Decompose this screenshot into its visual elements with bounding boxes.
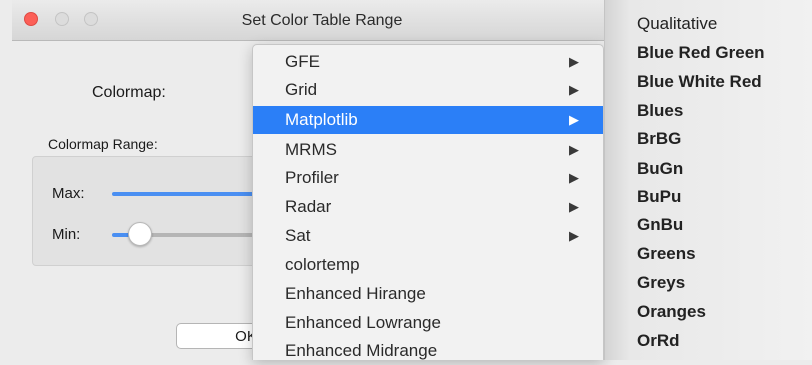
title-bar: Set Color Table Range <box>12 0 632 41</box>
max-label: Max: <box>52 185 85 202</box>
submenu-item-orrd[interactable]: OrRd <box>637 327 807 355</box>
menu-item-colortemp[interactable]: colortemp <box>253 251 603 279</box>
min-slider[interactable] <box>138 233 262 237</box>
colormap-menu: GFE ▶ Grid ▶ Matplotlib ▶ MRMS ▶ Profile… <box>252 44 604 360</box>
submenu-arrow-icon: ▶ <box>569 112 579 127</box>
menu-item-gfe[interactable]: GFE ▶ <box>253 48 603 76</box>
submenu-item-blue-red-green[interactable]: Blue Red Green <box>637 39 807 67</box>
menu-item-sat[interactable]: Sat ▶ <box>253 222 603 250</box>
matplotlib-submenu: Qualitative ▶ Blue Red Green Blue White … <box>604 0 812 360</box>
submenu-item-bugn[interactable]: BuGn <box>637 155 807 183</box>
menu-item-label: Enhanced Midrange <box>285 341 438 360</box>
submenu-item-blues[interactable]: Blues <box>637 97 807 125</box>
menu-item-label: Enhanced Lowrange <box>285 313 441 332</box>
menu-item-label: Matplotlib <box>285 110 358 129</box>
submenu-item-brbg[interactable]: BrBG <box>637 125 807 153</box>
submenu-arrow-icon: ▶ <box>569 82 579 97</box>
min-label: Min: <box>52 226 81 243</box>
submenu-item-oranges[interactable]: Oranges <box>637 298 807 326</box>
submenu-item-blue-white-red[interactable]: Blue White Red <box>637 68 807 96</box>
menu-item-profiler[interactable]: Profiler ▶ <box>253 164 603 192</box>
menu-item-enhanced-hirange[interactable]: Enhanced Hirange <box>253 280 603 308</box>
max-slider[interactable] <box>112 192 262 196</box>
menu-item-label: MRMS <box>285 140 337 159</box>
window-title: Set Color Table Range <box>241 12 403 29</box>
menu-item-label: Enhanced Hirange <box>285 284 426 303</box>
submenu-arrow-icon: ▶ <box>569 170 579 185</box>
submenu-item-greens[interactable]: Greens <box>637 240 807 268</box>
submenu-arrow-icon: ▶ <box>569 142 579 157</box>
colormap-range-label: Colormap Range: <box>48 136 158 152</box>
menu-item-label: colortemp <box>285 255 360 274</box>
menu-item-enhanced-lowrange[interactable]: Enhanced Lowrange <box>253 309 603 337</box>
submenu-arrow-icon: ▶ <box>569 199 579 214</box>
submenu-arrow-icon: ▶ <box>569 228 579 243</box>
colormap-label: Colormap: <box>92 84 166 101</box>
menu-item-label: Grid <box>285 80 318 99</box>
submenu-item-bupu[interactable]: BuPu <box>637 183 807 211</box>
menu-item-label: GFE <box>285 52 320 71</box>
menu-item-label: Profiler <box>285 168 339 187</box>
submenu-item-gnbu[interactable]: GnBu <box>637 211 807 239</box>
menu-item-enhanced-midrange[interactable]: Enhanced Midrange <box>253 337 603 365</box>
menu-item-grid[interactable]: Grid ▶ <box>253 76 603 104</box>
submenu-arrow-icon: ▶ <box>569 54 579 69</box>
submenu-item-qualitative[interactable]: Qualitative ▶ <box>637 10 807 38</box>
menu-item-radar[interactable]: Radar ▶ <box>253 193 603 221</box>
menu-item-matplotlib[interactable]: Matplotlib ▶ <box>253 106 603 134</box>
submenu-item-label: Qualitative <box>637 14 718 33</box>
menu-item-label: Sat <box>285 226 311 245</box>
menu-item-label: Radar <box>285 197 332 216</box>
min-slider-knob[interactable] <box>128 222 152 246</box>
menu-item-mrms[interactable]: MRMS ▶ <box>253 136 603 164</box>
submenu-item-greys[interactable]: Greys <box>637 269 807 297</box>
